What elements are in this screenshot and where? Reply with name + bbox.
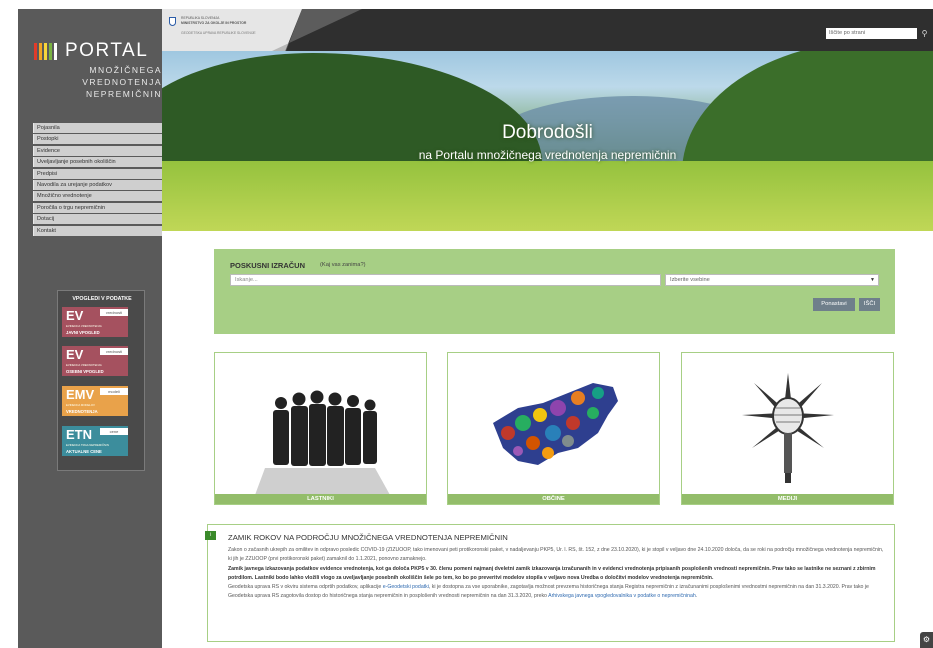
info-icon: i [205,531,216,540]
notice-paragraph-3c: . [695,593,698,600]
reset-button[interactable]: Ponastavi [813,298,855,311]
logo-line-3: NEPREMIČNIN [85,89,162,99]
calc-hint: (Kaj vas zanima?) [320,262,366,268]
tile-code: EMV [66,387,95,402]
tile-tag: modeli [100,388,128,395]
tile-ev-public[interactable]: EV vrednosti EVIDENCA VREDNOTENJA JAVNI … [62,307,128,337]
search-button[interactable]: IŠČI [859,298,880,311]
tile-etn[interactable]: ETN cene EVIDENCA TRGA NEPREMIČNIN AKTUA… [62,426,128,456]
tile-code: EV [66,347,84,362]
logo-line-2: VREDNOTENJA [82,77,162,87]
data-views-title: VPOGLEDI V PODATKE [72,296,132,302]
gov-line-2: MINISTRSTVO ZA OKOLJE IN PROSTOR [181,21,247,25]
tile-title: OSEBNI VPOGLED [66,369,104,374]
meadow [162,161,933,231]
sidebar-menu: Pojasnila Postopki Evidence Uveljavljanj… [33,123,162,237]
logo-bars-icon [34,43,60,60]
tile-tag: vrednosti [100,309,128,316]
portal-logo[interactable]: PORTAL MNOŽIČNEGA VREDNOTENJA NEPREMIČNI… [32,39,162,119]
sidebar-item-predpisi[interactable]: Predpisi [33,168,162,179]
tile-ev-personal[interactable]: EV vrednosti EVIDENCA VREDNOTENJA OSEBNI… [62,346,128,376]
tile-title: VREDNOTENJA [66,409,98,414]
egeodetski-link[interactable]: e-Geodetski podatki [383,584,429,590]
sidebar-item-porocila[interactable]: Poročila o trgu nepremičnin [33,202,162,213]
microphone-icon [742,373,834,483]
notice-paragraph-2: Zamik javnega izkazovanja podatkov evide… [228,565,876,581]
tile-subtitle: EVIDENCA VREDNOTENJA [66,324,102,328]
hero-subtitle: na Portalu množičnega vrednotenja neprem… [418,148,677,162]
page: PORTAL MNOŽIČNEGA VREDNOTENJA NEPREMIČNI… [0,0,933,648]
card-label: MEDIJI [682,494,893,504]
left-sidebar: PORTAL MNOŽIČNEGA VREDNOTENJA NEPREMIČNI… [18,9,162,648]
notice-box: i ZAMIK ROKOV NA PODROČJU MNOŽIČNEGA VRE… [205,524,895,642]
card-mediji[interactable]: MEDIJI [681,352,894,505]
sidebar-item-postopki[interactable]: Postopki [33,134,162,145]
gov-line-3: GEODETSKA UPRAVA REPUBLIKE SLOVENIJE [181,31,256,35]
search-icon[interactable]: ⚲ [918,28,931,39]
tile-tag: vrednosti [100,348,128,355]
card-lastniki[interactable]: LASTNIKI [214,352,427,505]
site-search-input[interactable]: Iščite po strani [826,28,917,39]
archive-viewer-link[interactable]: Arhivskega javnega vpogledovalnika v pod… [548,593,696,599]
card-label: OBČINE [448,494,659,504]
tile-code: ETN [66,427,92,442]
notice-body: Zakon o začasnih ukrepih za omilitev in … [228,546,888,602]
tile-title: JAVNI VPOGLED [66,330,100,335]
tile-tag: cene [100,428,128,435]
sidebar-item-dotacij[interactable]: Dotacij [33,214,162,225]
sidebar-item-kontakt[interactable]: Kontakt [33,225,162,236]
logo-word: PORTAL [65,40,149,61]
notice-paragraph-1: Zakon o začasnih ukrepih za omilitev in … [228,547,884,563]
settings-icon[interactable]: ⚙ [920,632,933,648]
card-label: LASTNIKI [215,494,426,504]
calc-search-input[interactable]: Iskanje... [230,274,661,286]
tile-subtitle: EVIDENCA TRGA NEPREMIČNIN [66,443,109,447]
tile-emv[interactable]: EMV modeli EVIDENCA MODELOV VREDNOTENJA [62,386,128,416]
calc-title: POSKUSNI IZRAČUN [230,261,306,270]
sidebar-item-evidence[interactable]: Evidence [33,145,162,156]
gov-line-1: REPUBLIKA SLOVENIJA [181,16,220,20]
chevron-down-icon: ▼ [870,277,875,283]
tile-subtitle: EVIDENCA VREDNOTENJA [66,363,102,367]
tile-title: AKTUALNE CENE [66,449,102,454]
tile-subtitle: EVIDENCA MODELOV [66,403,95,407]
tile-code: EV [66,308,84,323]
coat-of-arms-icon [169,17,176,26]
notice-paragraph-3a: Geodetska uprava RS v okviru sistema odp… [228,584,383,591]
logo-line-1: MNOŽIČNEGA [89,65,162,75]
hero-title: Dobrodošli [502,122,593,143]
notice-title: ZAMIK ROKOV NA PODROČJU MNOŽIČNEGA VREDN… [228,533,508,542]
content-select-value: Izberite vsebine [670,277,710,283]
slovenia-municipalities-map-icon [493,383,618,465]
sidebar-item-mnozicno-vrednotenje[interactable]: Množično vrednotenje [33,191,162,202]
card-obcine[interactable]: OBČINE [447,352,660,505]
data-views-panel: VPOGLEDI V PODATKE EV vrednosti EVIDENCA… [57,290,145,471]
people-silhouettes-icon [255,390,390,495]
content-select[interactable]: Izberite vsebine ▼ [665,274,879,286]
hero-banner: Dobrodošli na Portalu množičnega vrednot… [162,51,933,231]
sidebar-item-navodila[interactable]: Navodila za urejanje podatkov [33,179,162,190]
sidebar-item-posebne-okoliscine[interactable]: Uveljavljanje posebnih okoliščin [33,157,162,168]
sidebar-item-pojasnila[interactable]: Pojasnila [33,123,162,133]
trial-calculation-panel: POSKUSNI IZRAČUN (Kaj vas zanima?) Iskan… [214,249,895,334]
